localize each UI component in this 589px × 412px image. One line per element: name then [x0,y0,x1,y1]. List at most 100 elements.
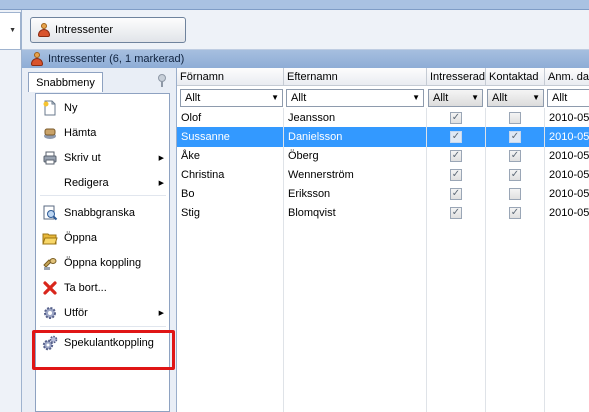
menu-item-label: Ta bort... [64,282,107,294]
submenu-arrow-icon: ▶ [158,310,164,317]
checkbox-intresserad[interactable]: ✓ [450,112,462,124]
folder-open-icon [42,230,58,246]
tab-snabbmeny[interactable]: Snabbmeny [28,72,103,92]
menu-item-label: Skriv ut [64,152,101,164]
column-header-1[interactable]: Efternamn [284,68,427,86]
cell-anm: 2010-05 [549,112,589,124]
cell-anm: 2010-05 [549,131,589,143]
filter-value: Allt [433,92,449,104]
menu-item-skriv-ut[interactable]: Skriv ut ▶ [38,148,168,168]
menu-item-öppna[interactable]: Öppna [38,228,168,248]
preview-icon [42,205,58,221]
menu-item-öppna-koppling[interactable]: Öppna koppling [38,253,168,273]
checkbox-intresserad[interactable]: ✓ [450,150,462,162]
filter-value: Allt [552,92,568,104]
table-row[interactable]: Bo Eriksson ✓ 2010-05 [177,184,589,204]
cell-fornamn: Bo [181,188,195,200]
menu-item-redigera[interactable]: Redigera ▶ [38,173,168,193]
filter-dropdown-1[interactable]: Allt ▼ [286,89,424,107]
checkbox-intresserad[interactable]: ✓ [450,188,462,200]
column-divider [283,108,284,412]
person-icon [37,23,51,37]
column-header-2[interactable]: Intresserad [427,68,486,86]
filter-dropdown-4[interactable]: Allt [547,89,589,107]
column-divider [485,108,486,412]
cell-efternamn: Jeansson [288,112,336,124]
checkbox-kontaktad[interactable]: ✓ [509,207,521,219]
cell-anm: 2010-05 [549,150,589,162]
menu-item-ta-bort[interactable]: Ta bort... [38,278,168,298]
left-pane [0,10,22,412]
checkbox-kontaktad[interactable]: ✓ [509,169,521,181]
checkbox-kontaktad[interactable]: ✓ [509,131,521,143]
column-header-0[interactable]: Förnamn [177,68,284,86]
top-strip [0,0,589,10]
highlight-box [32,330,175,370]
submenu-arrow-icon: ▶ [158,155,164,162]
cell-anm: 2010-05 [549,169,589,181]
open-link-icon [42,255,58,271]
checkbox-kontaktad[interactable] [509,188,521,200]
menu-separator [40,326,166,327]
gear-icon [42,305,58,321]
printer-icon [42,150,58,166]
menu-item-label: Öppna koppling [64,257,142,269]
column-divider [544,108,545,412]
table-row[interactable]: Sussanne Danielsson ✓ ✓ 2010-05 [177,127,589,147]
checkbox-kontaktad[interactable] [509,112,521,124]
dropdown-arrow-icon: ▼ [532,93,540,102]
cell-fornamn: Stig [181,207,200,219]
window-title: Intressenter (6, 1 markerad) [48,53,185,65]
intressenter-tab-button[interactable]: Intressenter [30,17,186,43]
column-divider [426,108,427,412]
checkbox-intresserad[interactable]: ✓ [450,131,462,143]
checkbox-kontaktad[interactable]: ✓ [509,150,521,162]
tab-snabbmeny-label: Snabbmeny [36,76,95,89]
dropdown-arrow-icon: ▼ [9,27,16,34]
table-row[interactable]: Olof Jeansson ✓ 2010-05 [177,108,589,128]
menu-item-label: Hämta [64,127,97,139]
cell-anm: 2010-05 [549,188,589,200]
intressenter-tab-label: Intressenter [55,24,114,36]
cell-anm: 2010-05 [549,207,589,219]
toolbar: Intressenter [22,10,589,50]
cell-efternamn: Blomqvist [288,207,336,219]
table-row[interactable]: Stig Blomqvist ✓ ✓ 2010-05 [177,203,589,223]
dropdown-arrow-icon: ▼ [412,93,420,102]
left-dropdown[interactable]: ▼ [0,12,21,50]
menu-item-utför[interactable]: Utför ▶ [38,303,168,323]
table-row[interactable]: Christina Wennerström ✓ ✓ 2010-05 [177,165,589,185]
cell-fornamn: Christina [181,169,225,181]
menu-item-hämta[interactable]: Hämta [38,123,168,143]
cell-efternamn: Öberg [288,150,319,162]
table-row[interactable]: Åke Öberg ✓ ✓ 2010-05 [177,146,589,166]
menu-item-label: Utför [64,307,88,319]
checkbox-intresserad[interactable]: ✓ [450,169,462,181]
menu-item-label: Redigera [64,177,109,189]
menu-item-label: Öppna [64,232,98,244]
dropdown-arrow-icon: ▼ [271,93,279,102]
new-document-icon [42,100,58,116]
data-grid: Förnamn Efternamn Intresserad Kontaktad Anm.… [177,68,589,412]
checkbox-intresserad[interactable]: ✓ [450,207,462,219]
cell-efternamn: Wennerström [288,169,354,181]
delete-icon [42,280,58,296]
fetch-icon [42,125,58,141]
filter-dropdown-2[interactable]: Allt ▼ [428,89,483,107]
filter-value: Allt [492,92,508,104]
column-header-4[interactable]: Anm. dag [545,68,589,86]
menu-item-snabbgranska[interactable]: Snabbgranska [38,203,168,223]
cell-fornamn: Sussanne [181,131,230,143]
filter-value: Allt [291,92,307,104]
menu-item-ny[interactable]: Ny [38,98,168,118]
filter-value: Allt [185,92,201,104]
cell-efternamn: Danielsson [288,131,343,143]
menu-item-label: Ny [64,102,78,114]
filter-dropdown-3[interactable]: Allt ▼ [487,89,544,107]
pin-icon[interactable] [156,74,168,88]
column-header-3[interactable]: Kontaktad [486,68,545,86]
filter-dropdown-0[interactable]: Allt ▼ [180,89,283,107]
person-icon [30,52,44,66]
cell-efternamn: Eriksson [288,188,331,200]
menu-item-label: Snabbgranska [64,207,135,219]
